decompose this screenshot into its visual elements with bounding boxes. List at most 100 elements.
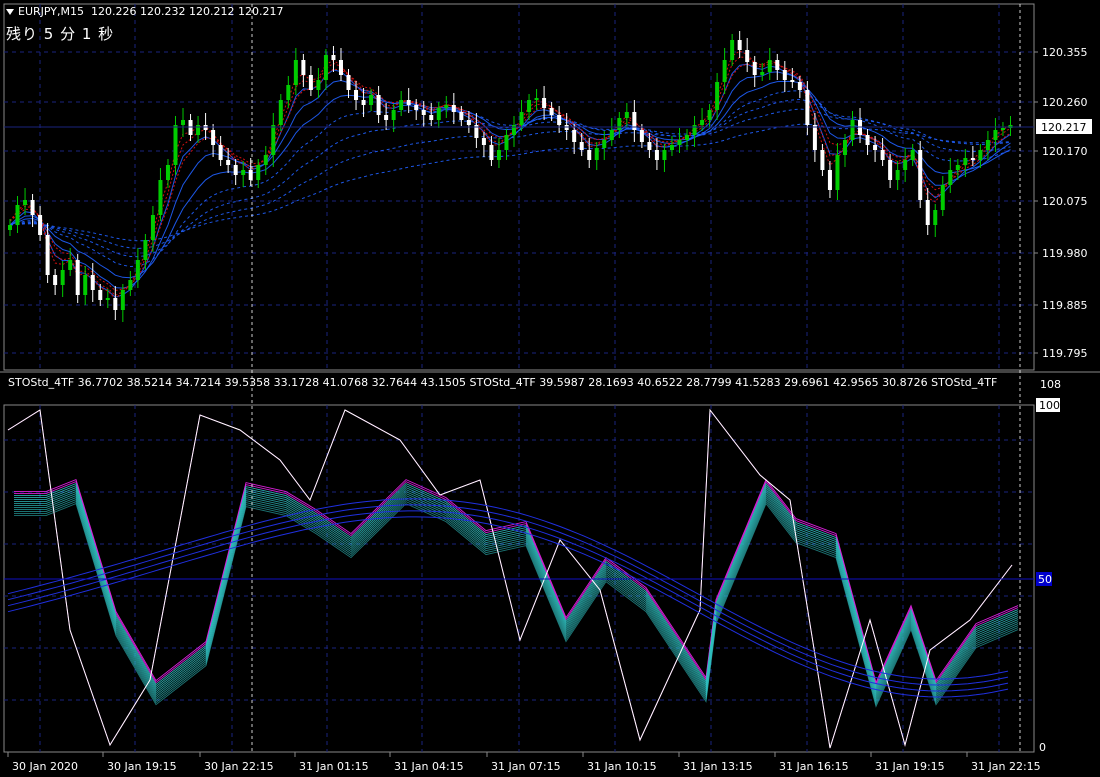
candle-body (504, 135, 509, 150)
candle-body (361, 100, 366, 105)
candle-body (143, 240, 148, 260)
candle-body (978, 150, 983, 160)
price-axis-label: 119.885 (1042, 299, 1088, 312)
candle-body (30, 200, 35, 215)
candle-body (880, 150, 885, 160)
candle-body (83, 275, 88, 295)
candle-body (948, 170, 953, 185)
candle-body (173, 125, 178, 165)
candle-body (542, 98, 547, 108)
bar-countdown: 残り 5 分 1 秒 (6, 25, 115, 43)
candle-body (481, 138, 486, 145)
candle-body (760, 72, 765, 75)
candle-body (609, 130, 614, 140)
candle-body (842, 140, 847, 155)
high-value: 120.232 (139, 5, 186, 18)
time-axis: 30 Jan 2020 30 Jan 19:15 30 Jan 22:15 31 Ja… (7, 752, 1041, 773)
level-100-label: 100 (1039, 399, 1060, 412)
candle-body (158, 180, 163, 215)
time-axis-label: 31 Jan 13:15 (683, 760, 753, 773)
candle-body (888, 160, 893, 180)
candle-body (722, 60, 727, 82)
price-axis-label: 120.260 (1042, 96, 1088, 109)
candle-body (90, 275, 95, 290)
candle-body (98, 290, 103, 300)
chart-menu-triangle-icon[interactable] (6, 9, 14, 15)
price-axis-label: 119.980 (1042, 247, 1088, 260)
candle-body (150, 215, 155, 240)
time-axis-label: 30 Jan 22:15 (204, 760, 274, 773)
candle-body (338, 60, 343, 75)
candle-body (38, 215, 43, 235)
candle-body (775, 60, 780, 70)
open-value: 120.226 (90, 5, 137, 18)
time-axis-label: 31 Jan 04:15 (394, 760, 464, 773)
candle-body (211, 130, 216, 145)
candle-body (489, 145, 494, 160)
close-value: 120.217 (237, 5, 284, 18)
candle-body (421, 110, 426, 115)
candle-body (662, 150, 667, 160)
time-axis-label: 30 Jan 2020 (12, 760, 78, 773)
candle-body (278, 100, 283, 125)
candle-body (587, 150, 592, 160)
candle-body (354, 90, 359, 100)
candle-body (993, 130, 998, 140)
candle-body (827, 170, 832, 190)
candle-body (293, 60, 298, 85)
candle-body (873, 145, 878, 150)
indicator-scale-max: 108 (1040, 378, 1061, 391)
candle-body (15, 205, 20, 225)
candle-body (767, 60, 772, 72)
candle-body (128, 280, 133, 290)
candle-body (519, 112, 524, 125)
candle-body (715, 82, 720, 110)
candle-body (639, 130, 644, 142)
candle-body (895, 170, 900, 180)
candle-body (113, 298, 118, 310)
candle-body (323, 55, 328, 80)
candle-body (346, 75, 351, 90)
candle-body (399, 100, 404, 110)
candle-body (376, 95, 381, 115)
candle-body (226, 160, 231, 165)
candle-body (75, 260, 80, 295)
candle-body (669, 145, 674, 150)
candle-body (60, 270, 65, 285)
candle-body (579, 142, 584, 150)
candle-body (812, 125, 817, 150)
candle-body (331, 55, 336, 60)
candle-body (918, 150, 923, 200)
candle-body (940, 185, 945, 210)
candle-body (496, 150, 501, 160)
candle-body (527, 100, 532, 112)
time-axis-label: 31 Jan 19:15 (875, 760, 945, 773)
price-axis-label: 119.795 (1042, 347, 1088, 360)
candle-body (624, 112, 629, 118)
candle-body (654, 150, 659, 160)
candle-body (835, 155, 840, 190)
candle-body (429, 115, 434, 120)
candle-body (850, 120, 855, 140)
candle-body (602, 140, 607, 148)
candle-body (730, 40, 735, 60)
candle-body (805, 90, 810, 125)
candle-body (165, 165, 170, 180)
indicator-header: STOStd_4TF 36.7702 38.5214 34.7214 39.53… (8, 376, 998, 389)
candle-body (797, 82, 802, 90)
candle-body (707, 110, 712, 120)
candle-body (218, 145, 223, 160)
candle-body (647, 142, 652, 150)
candle-body (45, 235, 50, 275)
candle-body (53, 275, 58, 285)
low-value: 120.212 (188, 5, 235, 18)
candle-body (105, 298, 110, 300)
price-axis-label: 120.170 (1042, 145, 1088, 158)
time-axis-label: 31 Jan 01:15 (299, 760, 369, 773)
candle-body (534, 98, 539, 100)
candle-body (181, 120, 186, 125)
candle-body (308, 75, 313, 90)
candle-body (557, 115, 562, 125)
candle-body (745, 50, 750, 62)
candle-body (23, 200, 28, 205)
